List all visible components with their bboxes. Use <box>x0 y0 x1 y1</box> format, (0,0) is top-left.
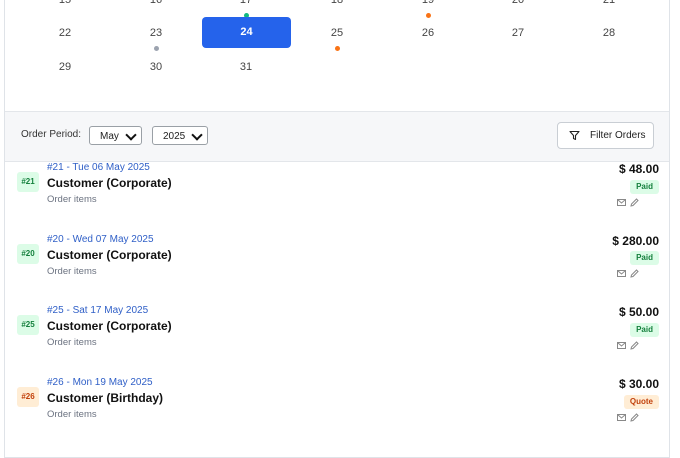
order-items-label: Order items <box>47 337 97 348</box>
order-number-badge: #25 <box>17 315 39 335</box>
order-items-label: Order items <box>47 266 97 277</box>
order-actions <box>617 341 641 351</box>
status-badge: Paid <box>630 323 659 337</box>
order-price: $ 48.00 <box>618 162 659 176</box>
calendar-day[interactable]: 28 <box>565 18 653 48</box>
filter-orders-label: Filter Orders <box>590 130 646 141</box>
event-dot <box>334 46 340 51</box>
calendar-week: 22 23 24 25 26 27 28 <box>5 17 669 52</box>
order-row[interactable]: #20 #20 - Wed 07 May 2025 Customer (Corp… <box>5 232 669 302</box>
order-number-badge: #21 <box>17 172 39 192</box>
calendar-day[interactable]: 17 <box>202 0 290 18</box>
order-row[interactable]: #21 #21 - Tue 06 May 2025 Customer (Corp… <box>5 160 669 230</box>
calendar-day[interactable]: 26 <box>384 18 472 48</box>
year-select[interactable]: 2025 <box>152 126 208 145</box>
order-number-badge: #26 <box>17 387 39 407</box>
mail-icon[interactable] <box>617 199 626 206</box>
filter-orders-button[interactable]: Filter Orders <box>557 122 654 149</box>
order-customer: Customer (Birthday) <box>47 391 164 405</box>
pencil-icon[interactable] <box>630 413 639 422</box>
order-customer: Customer (Corporate) <box>47 248 172 262</box>
status-badge: Quote <box>623 395 659 409</box>
order-items-label: Order items <box>47 194 97 205</box>
month-select[interactable]: May <box>89 126 142 145</box>
calendar-day[interactable]: 30 <box>112 52 200 82</box>
order-price: $ 280.00 <box>612 234 659 248</box>
calendar-day[interactable]: 27 <box>474 18 562 48</box>
calendar-week: 29 30 31 <box>5 52 669 86</box>
calendar-day[interactable]: 18 <box>293 0 381 15</box>
calendar-day[interactable]: 23 <box>112 18 200 51</box>
chevron-down-icon <box>125 129 137 141</box>
order-period-label: Order Period: <box>21 129 82 140</box>
order-customer: Customer (Corporate) <box>47 319 172 333</box>
calendar-day[interactable]: 29 <box>21 52 109 82</box>
pencil-icon[interactable] <box>630 269 639 278</box>
year-select-value: 2025 <box>163 131 186 142</box>
order-row[interactable]: #25 #25 - Sat 17 May 2025 Customer (Corp… <box>5 303 669 373</box>
order-meta[interactable]: #20 - Wed 07 May 2025 <box>47 234 154 245</box>
mail-icon[interactable] <box>617 342 626 349</box>
order-actions <box>617 198 641 208</box>
calendar-grid: 15 16 17 18 19 20 21 22 23 24 25 26 27 2… <box>5 0 669 111</box>
orders-panel: 15 16 17 18 19 20 21 22 23 24 25 26 27 2… <box>4 0 670 458</box>
order-row[interactable]: #26 #26 - Mon 19 May 2025 Customer (Birt… <box>5 375 669 445</box>
status-badge: Paid <box>630 180 659 194</box>
calendar-day-selected[interactable]: 24 <box>202 17 291 48</box>
calendar-day[interactable]: 21 <box>565 0 653 15</box>
calendar-day[interactable]: 22 <box>21 18 109 48</box>
order-price: $ 30.00 <box>618 377 659 391</box>
funnel-icon <box>569 130 580 141</box>
calendar-day[interactable]: 19 <box>384 0 472 18</box>
calendar-day[interactable]: 25 <box>293 18 381 51</box>
order-actions <box>617 269 641 279</box>
calendar-day[interactable]: 16 <box>112 0 200 15</box>
filter-bar: Order Period: May 2025 Filter Orders <box>5 111 669 162</box>
pencil-icon[interactable] <box>630 198 639 207</box>
event-dot <box>153 46 159 51</box>
pencil-icon[interactable] <box>630 341 639 350</box>
calendar-day[interactable]: 15 <box>21 0 109 15</box>
order-items-label: Order items <box>47 409 97 420</box>
calendar-day[interactable]: 31 <box>202 52 290 82</box>
order-customer: Customer (Corporate) <box>47 176 172 190</box>
order-meta[interactable]: #26 - Mon 19 May 2025 <box>47 377 153 388</box>
order-number-badge: #20 <box>17 244 39 264</box>
calendar-day[interactable]: 20 <box>474 0 562 15</box>
order-actions <box>617 413 641 423</box>
month-select-value: May <box>100 131 119 142</box>
order-meta[interactable]: #25 - Sat 17 May 2025 <box>47 305 148 316</box>
chevron-down-icon <box>191 129 203 141</box>
order-meta[interactable]: #21 - Tue 06 May 2025 <box>47 162 150 173</box>
status-badge: Paid <box>630 251 659 265</box>
mail-icon[interactable] <box>617 270 626 277</box>
mail-icon[interactable] <box>617 414 626 421</box>
order-price: $ 50.00 <box>618 305 659 319</box>
